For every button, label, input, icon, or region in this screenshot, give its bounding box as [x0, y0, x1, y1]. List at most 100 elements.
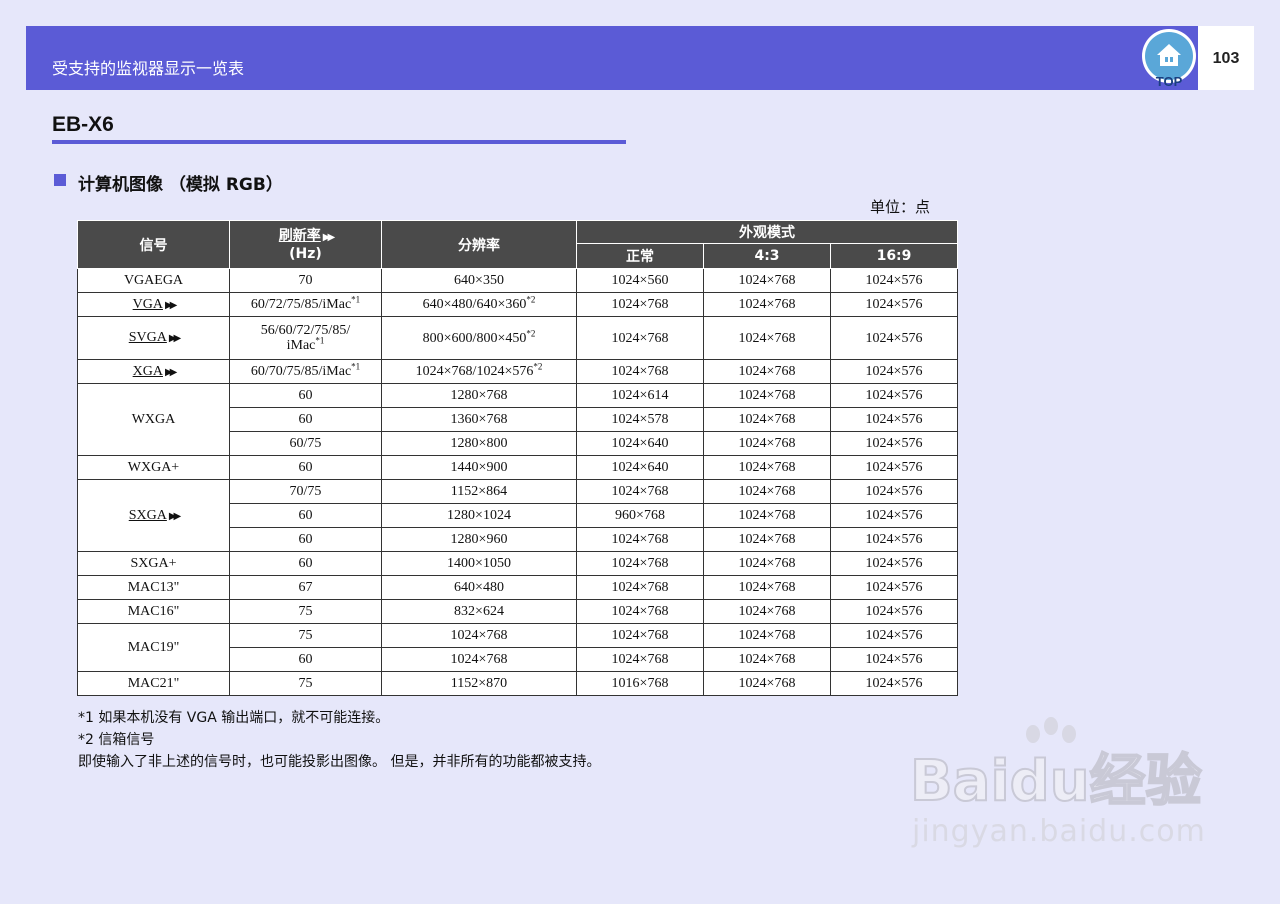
resolution-table: 信号 刷新率 ▶▶ (Hz) 分辨率 外观模式 正常 4:3 16:9 VGAEG… — [77, 220, 958, 696]
ratio43-cell: 1024×768 — [703, 503, 831, 528]
general-note: 即使输入了非上述的信号时，也可能投影出图像。 但是，并非所有的功能都被支持。 — [78, 754, 601, 770]
ratio169-cell: 1024×576 — [830, 551, 958, 576]
signal-cell: SXGA+ — [77, 551, 230, 576]
table-row: SVGA ▶▶ 56/60/72/75/85/iMac*1 800×600/800… — [77, 316, 958, 360]
resolution-cell: 1280×800 — [381, 431, 577, 456]
ratio169-cell: 1024×576 — [830, 647, 958, 672]
table-row: MAC21" 75 1152×870 1016×768 1024×768 102… — [77, 671, 958, 696]
section-bullet-icon — [54, 174, 66, 186]
signal-link-svga[interactable]: SVGA — [129, 330, 167, 345]
unit-label: 单位：点 — [870, 198, 931, 216]
ratio43-cell: 1024×768 — [703, 599, 831, 624]
normal-cell: 1024×560 — [576, 268, 704, 293]
ratio43-cell: 1024×768 — [703, 431, 831, 456]
header-refresh-rate: 刷新率 ▶▶ (Hz) — [229, 220, 382, 269]
ratio43-cell: 1024×768 — [703, 671, 831, 696]
resolution-cell: 1360×768 — [381, 407, 577, 432]
refresh-cell: 60 — [229, 647, 382, 672]
ratio43-cell: 1024×768 — [703, 359, 831, 384]
refresh-cell: 75 — [229, 599, 382, 624]
ratio169-cell: 1024×576 — [830, 599, 958, 624]
ratio43-cell: 1024×768 — [703, 383, 831, 408]
footnote-1-mark: *1 — [315, 335, 325, 346]
header-resolution: 分辨率 — [381, 220, 577, 269]
ratio169-cell: 1024×576 — [830, 671, 958, 696]
ratio169-cell: 1024×576 — [830, 431, 958, 456]
top-home-button[interactable]: TOP — [1138, 28, 1200, 90]
resolution-cell: 1024×768 — [381, 623, 577, 648]
signal-cell: MAC21" — [77, 671, 230, 696]
ratio169-cell: 1024×576 — [830, 407, 958, 432]
ratio169-cell: 1024×576 — [830, 268, 958, 293]
resolution-cell: 1024×768/1024×576*2 — [381, 359, 577, 384]
signal-cell: MAC13" — [77, 575, 230, 600]
signal-cell: VGAEGA — [77, 268, 230, 293]
refresh-cell: 75 — [229, 623, 382, 648]
ratio169-cell: 1024×576 — [830, 623, 958, 648]
glossary-arrow-icon: ▶▶ — [322, 231, 336, 243]
signal-cell: SVGA ▶▶ — [77, 316, 230, 360]
header-16-9: 16:9 — [830, 243, 958, 269]
normal-cell: 1024×768 — [576, 575, 704, 600]
ratio169-cell: 1024×576 — [830, 316, 958, 360]
ratio169-cell: 1024×576 — [830, 292, 958, 317]
footnote-2-mark: *2 — [526, 294, 536, 305]
resolution-cell: 1024×768 — [381, 647, 577, 672]
footnote-2-mark: *2 — [533, 361, 543, 372]
normal-cell: 1024×768 — [576, 292, 704, 317]
footnote-2-mark: *2 — [526, 327, 536, 338]
model-underline — [52, 140, 626, 144]
signal-cell: XGA ▶▶ — [77, 359, 230, 384]
signal-link-sxga[interactable]: SXGA — [129, 508, 167, 523]
signal-link-vga[interactable]: VGA — [133, 297, 163, 312]
baidu-watermark-logo: Baidu经验 — [909, 717, 1203, 812]
refresh-cell: 56/60/72/75/85/iMac*1 — [229, 316, 382, 360]
signal-link-xga[interactable]: XGA — [133, 364, 163, 379]
table-row: MAC16" 75 832×624 1024×768 1024×768 1024… — [77, 599, 958, 624]
table-row: SXGA+ 60 1400×1050 1024×768 1024×768 102… — [77, 551, 958, 576]
normal-cell: 1024×768 — [576, 623, 704, 648]
footnote-1: *1 如果本机没有 VGA 输出端口，就不可能连接。 — [78, 710, 390, 726]
normal-cell: 1024×640 — [576, 431, 704, 456]
ratio43-cell: 1024×768 — [703, 479, 831, 504]
normal-cell: 1024×768 — [576, 551, 704, 576]
resolution-cell: 1152×864 — [381, 479, 577, 504]
normal-cell: 1024×640 — [576, 455, 704, 480]
table-row: SXGA ▶▶ 70/75 1152×864 1024×768 1024×768 … — [77, 479, 958, 552]
ratio43-cell: 1024×768 — [703, 647, 831, 672]
glossary-arrow-icon: ▶▶ — [164, 299, 178, 311]
header-signal: 信号 — [77, 220, 230, 269]
resolution-cell: 1280×1024 — [381, 503, 577, 528]
footnote-1-mark: *1 — [351, 294, 361, 305]
signal-cell: VGA ▶▶ — [77, 292, 230, 317]
ratio43-cell: 1024×768 — [703, 623, 831, 648]
watermark-brand: Baidu经验 — [910, 749, 1202, 812]
footnote-1-mark: *1 — [351, 361, 361, 372]
refresh-cell: 67 — [229, 575, 382, 600]
normal-cell: 1024×768 — [576, 647, 704, 672]
footnote-2: *2 信箱信号 — [78, 732, 155, 748]
normal-cell: 1024×768 — [576, 479, 704, 504]
signal-cell: WXGA+ — [77, 455, 230, 480]
model-title: EB-X6 — [52, 113, 114, 136]
ratio43-cell: 1024×768 — [703, 455, 831, 480]
resolution-cell: 640×480 — [381, 575, 577, 600]
ratio43-cell: 1024×768 — [703, 407, 831, 432]
refresh-cell: 60 — [229, 455, 382, 480]
ratio43-cell: 1024×768 — [703, 268, 831, 293]
signal-cell: MAC19" — [77, 623, 230, 672]
table-row: MAC19" 75 1024×768 1024×768 1024×768 102… — [77, 623, 958, 672]
ratio43-cell: 1024×768 — [703, 551, 831, 576]
ratio43-cell: 1024×768 — [703, 292, 831, 317]
normal-cell: 1016×768 — [576, 671, 704, 696]
table-row: VGA ▶▶ 60/72/75/85/iMac*1 640×480/640×360… — [77, 292, 958, 317]
refresh-rate-link[interactable]: 刷新率 — [279, 228, 321, 244]
normal-cell: 1024×768 — [576, 527, 704, 552]
ratio169-cell: 1024×576 — [830, 359, 958, 384]
table-row: XGA ▶▶ 60/70/75/85/iMac*1 1024×768/1024×5… — [77, 359, 958, 384]
resolution-cell: 1400×1050 — [381, 551, 577, 576]
refresh-cell: 60 — [229, 527, 382, 552]
header-normal: 正常 — [576, 243, 704, 269]
glossary-arrow-icon: ▶▶ — [168, 510, 182, 522]
signal-cell: WXGA — [77, 383, 230, 456]
